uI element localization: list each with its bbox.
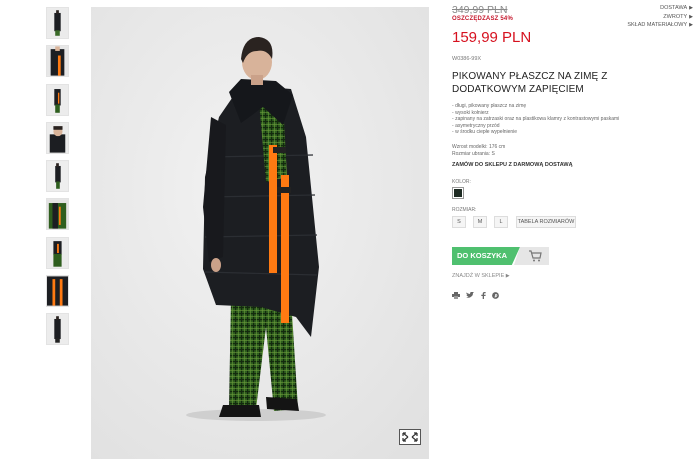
cart-icon [529, 250, 542, 262]
materials-link[interactable]: SKŁAD MATERIAŁOWY ▶ [627, 21, 693, 30]
thumbnail-7[interactable] [46, 236, 69, 269]
expand-icon[interactable] [399, 429, 421, 445]
thumbnail-4[interactable] [46, 121, 69, 154]
size-label: ROZMIAR: [452, 207, 477, 213]
thumbnail-5[interactable] [46, 160, 69, 193]
pinterest-icon[interactable] [492, 286, 500, 304]
product-main-image[interactable] [91, 7, 429, 459]
model-info: Wzrost modelki: 176 cm Rozmiar ubrania: … [452, 144, 505, 158]
color-swatch-fill [454, 189, 462, 197]
product-sku: W0386-99X [452, 56, 482, 62]
feature-item: wysoki kołnierz [452, 110, 619, 117]
delivery-link[interactable]: DOSTAWA ▶ [627, 4, 693, 13]
feature-item: długi, pikowany płaszcz na zimę [452, 103, 619, 110]
thumbnail-2[interactable] [46, 45, 69, 78]
model-photo [91, 7, 429, 459]
feature-item: asymetryczny przód [452, 123, 619, 130]
current-price: 159,99 PLN [452, 29, 532, 46]
thumbnail-1[interactable] [46, 7, 69, 39]
chevron-right-icon: ▶ [689, 22, 693, 28]
twitter-icon[interactable] [466, 286, 475, 304]
side-links: DOSTAWA ▶ ZWROTY ▶ SKŁAD MATERIAŁOWY ▶ [627, 4, 693, 30]
share-icons [452, 286, 501, 299]
thumbnail-8[interactable] [46, 275, 69, 308]
add-to-cart-button[interactable]: DO KOSZYKA [452, 247, 549, 265]
returns-link-label: ZWROTY [663, 13, 688, 20]
model-size: Rozmiar ubrania: S [452, 151, 495, 157]
size-table-button[interactable]: TABELA ROZMIARÓW [516, 216, 576, 228]
find-in-store-label: ZNAJDŹ W SKLEPIE [452, 273, 505, 279]
feature-item: w środku ciepłe wypełnienie [452, 129, 619, 136]
chevron-right-icon: ▶ [689, 5, 693, 11]
materials-link-label: SKŁAD MATERIAŁOWY [627, 22, 688, 28]
thumbnail-6[interactable] [46, 198, 69, 231]
color-swatch[interactable] [452, 187, 464, 199]
size-option-m[interactable]: M [473, 216, 487, 228]
returns-link[interactable]: ZWROTY ▶ [627, 13, 693, 22]
model-height: Wzrost modelki: 176 cm [452, 144, 506, 150]
color-label: KOLOR: [452, 179, 471, 185]
size-option-l[interactable]: L [494, 216, 508, 228]
delivery-link-label: DOSTAWA [660, 5, 688, 11]
chevron-right-icon: ▶ [689, 13, 693, 20]
size-option-s[interactable]: S [452, 216, 466, 228]
order-to-store-link[interactable]: ZAMÓW DO SKLEPU Z DARMOWĄ DOSTAWĄ [452, 162, 573, 168]
feature-item: zapinany na zatrzaski oraz na plastikowa… [452, 116, 619, 123]
add-to-cart-label: DO KOSZYKA [452, 247, 520, 265]
product-title: PIKOWANY PŁASZCZ NA ZIMĘ Z DODATKOWYM ZA… [452, 71, 608, 95]
print-icon[interactable] [452, 286, 460, 304]
thumbnail-3[interactable] [46, 83, 69, 116]
old-price: 349,99 PLN [452, 4, 508, 16]
thumbnail-strip [46, 7, 70, 352]
thumbnail-9[interactable] [46, 313, 69, 346]
savings-badge: OSZCZĘDZASZ 54% [452, 16, 514, 22]
cart-icon-area [514, 247, 549, 265]
find-in-store-link[interactable]: ZNAJDŹ W SKLEPIE ▶ [452, 273, 510, 279]
facebook-icon[interactable] [481, 286, 486, 304]
chevron-right-icon: ▶ [505, 273, 510, 279]
feature-list: długi, pikowany płaszcz na zimę wysoki k… [452, 103, 619, 136]
